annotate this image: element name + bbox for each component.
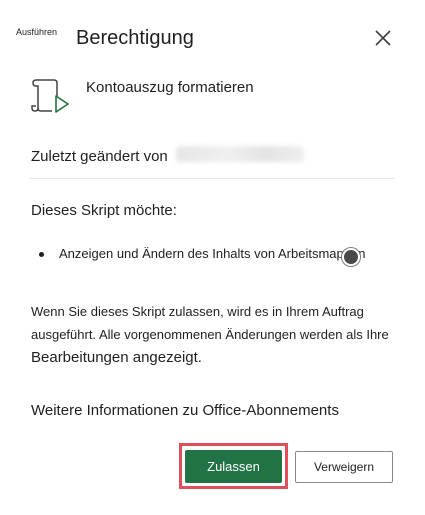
header-label: Ausführen xyxy=(16,27,58,37)
close-icon[interactable] xyxy=(373,28,393,48)
permission-item: Anzeigen und Ändern des Inhalts von Arbe… xyxy=(59,246,366,261)
script-name: Kontoauszug formatieren xyxy=(86,79,254,96)
cursor-marker-icon xyxy=(342,248,360,266)
divider xyxy=(30,178,394,179)
script-run-icon xyxy=(30,78,70,114)
info-line: Bearbeitungen angezeigt. xyxy=(31,349,202,366)
more-info-text: Weitere Informationen zu Office-Abonneme… xyxy=(31,402,339,419)
info-text: Wenn Sie dieses Skript zulassen, wird es… xyxy=(31,300,401,369)
info-line: ausgeführt. Alle vorgenommenen Änderunge… xyxy=(31,327,389,342)
redacted-author xyxy=(176,146,304,162)
info-line: Wenn Sie dieses Skript zulassen, wird es… xyxy=(31,304,364,319)
permissions-heading: Dieses Skript möchte: xyxy=(31,202,177,219)
dialog-title: Berechtigung xyxy=(76,27,194,49)
deny-button[interactable]: Verweigern xyxy=(295,451,393,483)
last-modified-label: Zuletzt geändert von xyxy=(31,148,168,165)
bullet-icon xyxy=(39,252,44,257)
allow-button[interactable]: Zulassen xyxy=(185,450,282,483)
